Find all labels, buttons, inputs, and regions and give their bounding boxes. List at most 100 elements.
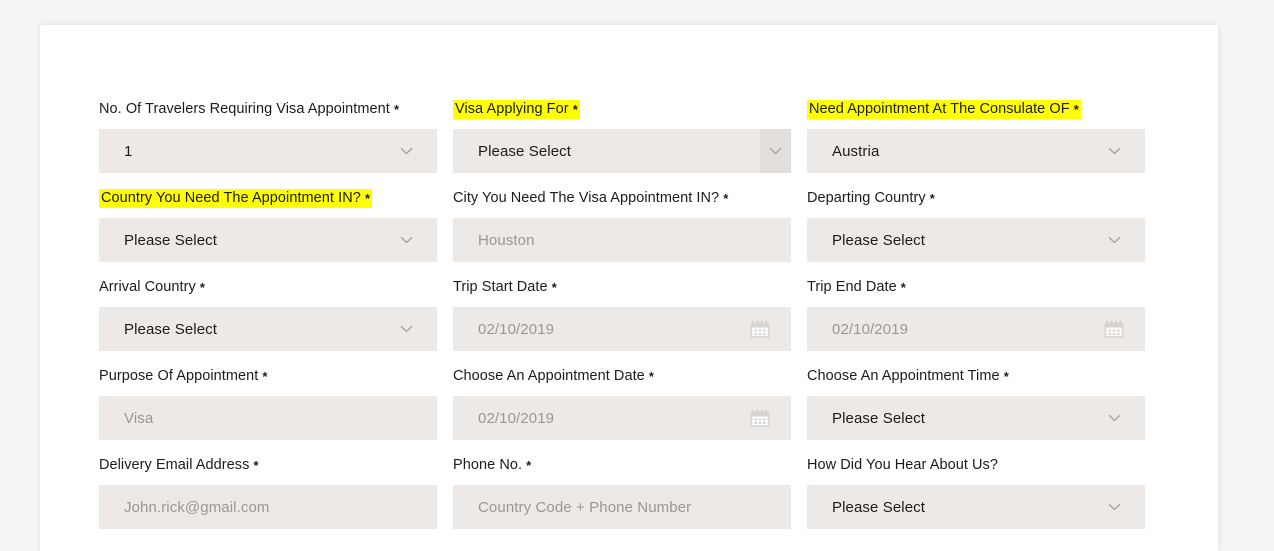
placeholder-text: John.rick@gmail.com <box>124 498 270 516</box>
selected-value: Please Select <box>832 409 926 427</box>
form-field-visa-applying-for: Visa Applying For * Please Select <box>453 100 791 189</box>
label-text: Delivery Email Address <box>99 457 250 473</box>
required-marker: * <box>253 458 259 473</box>
required-marker: * <box>393 102 400 117</box>
label-text: Arrival Country <box>99 279 196 295</box>
form-field-appointment-country: Country You Need The Appointment IN? * Pl… <box>99 189 437 278</box>
select-appointment-time[interactable]: Please Select <box>807 396 1145 440</box>
form-card: No. Of Travelers Requiring Visa Appointm… <box>40 25 1218 551</box>
page: No. Of Travelers Requiring Visa Appointm… <box>0 0 1274 551</box>
label-phone-number: Phone No. * <box>453 456 791 478</box>
input-appointment-city[interactable]: Houston <box>453 218 791 262</box>
label-text: Trip End Date <box>807 279 897 295</box>
required-marker: * <box>900 280 906 295</box>
calendar-icon[interactable] <box>1103 318 1125 340</box>
select-dropdown-button[interactable] <box>760 129 791 173</box>
required-marker: * <box>1073 102 1079 117</box>
placeholder-text: Visa <box>124 409 154 427</box>
placeholder-text: Country Code + Phone Number <box>478 498 692 516</box>
form-field-referral-source: How Did You Hear About Us? Please Select <box>807 456 1145 545</box>
placeholder-text: Houston <box>478 231 535 249</box>
label-trip-end-date: Trip End Date * <box>807 278 1145 300</box>
label-delivery-email-address: Delivery Email Address * <box>99 456 437 478</box>
label-text: Trip Start Date <box>453 279 548 295</box>
label-visa-applying-for: Visa Applying For * <box>453 100 791 122</box>
appointment-form: No. Of Travelers Requiring Visa Appointm… <box>99 100 1184 545</box>
chevron-down-icon[interactable] <box>1106 232 1123 249</box>
selected-value: Please Select <box>832 498 926 516</box>
placeholder-text: 02/10/2019 <box>478 320 555 338</box>
form-field-delivery-email-address: Delivery Email Address * John.rick@gmail.… <box>99 456 437 545</box>
form-field-phone-number: Phone No. * Country Code + Phone Number <box>453 456 791 545</box>
selected-value: Please Select <box>478 142 572 160</box>
required-marker: * <box>572 102 578 117</box>
label-text: Purpose Of Appointment <box>99 368 259 384</box>
select-appointment-country[interactable]: Please Select <box>99 218 437 262</box>
label-consulate-country: Need Appointment At The Consulate OF * <box>807 100 1145 122</box>
selected-value: Austria <box>832 142 880 160</box>
label-text: Country You Need The Appointment IN? <box>101 190 361 206</box>
form-field-trip-end-date: Trip End Date * 02/10/2019 <box>807 278 1145 367</box>
label-text: How Did You Hear About Us? <box>807 457 998 473</box>
label-referral-source: How Did You Hear About Us? <box>807 456 1145 478</box>
selected-value: Please Select <box>832 231 926 249</box>
label-appointment-city: City You Need The Visa Appointment IN? * <box>453 189 791 211</box>
required-marker: * <box>364 191 371 206</box>
input-purpose-of-appointment[interactable]: Visa <box>99 396 437 440</box>
label-appointment-date: Choose An Appointment Date * <box>453 367 791 389</box>
label-trip-start-date: Trip Start Date * <box>453 278 791 300</box>
required-marker: * <box>648 369 655 384</box>
label-arrival-country: Arrival Country * <box>99 278 437 300</box>
chevron-down-icon[interactable] <box>398 143 415 160</box>
required-marker: * <box>199 280 206 295</box>
label-text: City You Need The Visa Appointment IN? <box>453 190 720 206</box>
form-field-consulate-country: Need Appointment At The Consulate OF * Au… <box>807 100 1145 189</box>
label-text: Visa Applying For <box>455 101 569 117</box>
label-text: Departing Country <box>807 190 926 206</box>
selected-value: Please Select <box>124 231 218 249</box>
label-appointment-country: Country You Need The Appointment IN? * <box>99 189 437 211</box>
form-field-departing-country: Departing Country * Please Select <box>807 189 1145 278</box>
required-marker: * <box>551 280 557 295</box>
select-departing-country[interactable]: Please Select <box>807 218 1145 262</box>
form-field-travelers-count: No. Of Travelers Requiring Visa Appointm… <box>99 100 437 189</box>
label-purpose-of-appointment: Purpose Of Appointment * <box>99 367 437 389</box>
required-marker: * <box>1003 369 1009 384</box>
chevron-down-icon[interactable] <box>1106 410 1123 427</box>
input-phone-number[interactable]: Country Code + Phone Number <box>453 485 791 529</box>
placeholder-text: 02/10/2019 <box>832 320 909 338</box>
label-text: Phone No. <box>453 457 523 473</box>
label-travelers-count: No. Of Travelers Requiring Visa Appointm… <box>99 100 437 122</box>
form-field-purpose-of-appointment: Purpose Of Appointment * Visa <box>99 367 437 456</box>
label-text: Need Appointment At The Consulate OF <box>809 101 1070 117</box>
date-input-appointment-date[interactable]: 02/10/2019 <box>453 396 791 440</box>
select-visa-applying-for[interactable]: Please Select <box>453 129 791 173</box>
form-field-appointment-time: Choose An Appointment Time * Please Selec… <box>807 367 1145 456</box>
chevron-down-icon[interactable] <box>398 321 415 338</box>
select-consulate-country[interactable]: Austria <box>807 129 1145 173</box>
date-input-trip-end-date[interactable]: 02/10/2019 <box>807 307 1145 351</box>
placeholder-text: 02/10/2019 <box>478 409 555 427</box>
select-travelers-count[interactable]: 1 <box>99 129 437 173</box>
label-departing-country: Departing Country * <box>807 189 1145 211</box>
label-text: No. Of Travelers Requiring Visa Appointm… <box>99 101 390 117</box>
chevron-down-icon[interactable] <box>1106 499 1123 516</box>
chevron-down-icon[interactable] <box>1106 143 1123 160</box>
form-field-appointment-city: City You Need The Visa Appointment IN? *… <box>453 189 791 278</box>
selected-value: 1 <box>124 142 133 160</box>
required-marker: * <box>723 191 729 206</box>
chevron-down-icon[interactable] <box>398 232 415 249</box>
calendar-icon[interactable] <box>749 407 771 429</box>
form-field-trip-start-date: Trip Start Date * 02/10/2019 <box>453 278 791 367</box>
required-marker: * <box>262 369 268 384</box>
required-marker: * <box>526 458 532 473</box>
calendar-icon[interactable] <box>749 318 771 340</box>
date-input-trip-start-date[interactable]: 02/10/2019 <box>453 307 791 351</box>
label-appointment-time: Choose An Appointment Time * <box>807 367 1145 389</box>
input-delivery-email-address[interactable]: John.rick@gmail.com <box>99 485 437 529</box>
select-referral-source[interactable]: Please Select <box>807 485 1145 529</box>
form-field-appointment-date: Choose An Appointment Date * 02/10/2019 <box>453 367 791 456</box>
select-arrival-country[interactable]: Please Select <box>99 307 437 351</box>
chevron-down-icon <box>767 143 784 160</box>
label-text: Choose An Appointment Time <box>807 368 1000 384</box>
